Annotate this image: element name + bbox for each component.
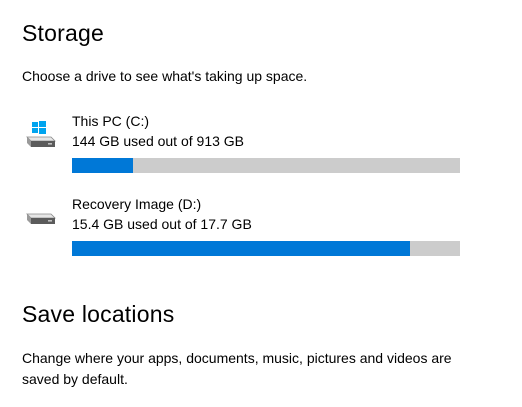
drive-usage-text: 144 GB used out of 913 GB bbox=[72, 133, 245, 149]
drive-name: Recovery Image (D:) bbox=[72, 196, 202, 212]
save-locations-heading: Save locations bbox=[22, 301, 175, 327]
usage-bar-track bbox=[72, 241, 460, 256]
windows-drive-icon bbox=[26, 121, 56, 147]
storage-description: Choose a drive to see what's taking up s… bbox=[22, 68, 308, 84]
drive-item-d[interactable]: Recovery Image (D:) 15.4 GB used out of … bbox=[22, 193, 462, 263]
save-locations-description: Change where your apps, documents, music… bbox=[22, 350, 452, 387]
storage-settings-page: Storage Choose a drive to see what's tak… bbox=[0, 0, 522, 407]
usage-bar-track bbox=[72, 158, 460, 173]
usage-bar-fill bbox=[72, 241, 410, 256]
drive-usage-text: 15.4 GB used out of 17.7 GB bbox=[72, 216, 252, 232]
storage-heading: Storage bbox=[22, 20, 104, 46]
drive-item-c[interactable]: This PC (C:) 144 GB used out of 913 GB bbox=[22, 110, 462, 180]
drive-name: This PC (C:) bbox=[72, 113, 149, 129]
usage-bar-fill bbox=[72, 158, 134, 173]
drive-icon bbox=[26, 213, 56, 224]
